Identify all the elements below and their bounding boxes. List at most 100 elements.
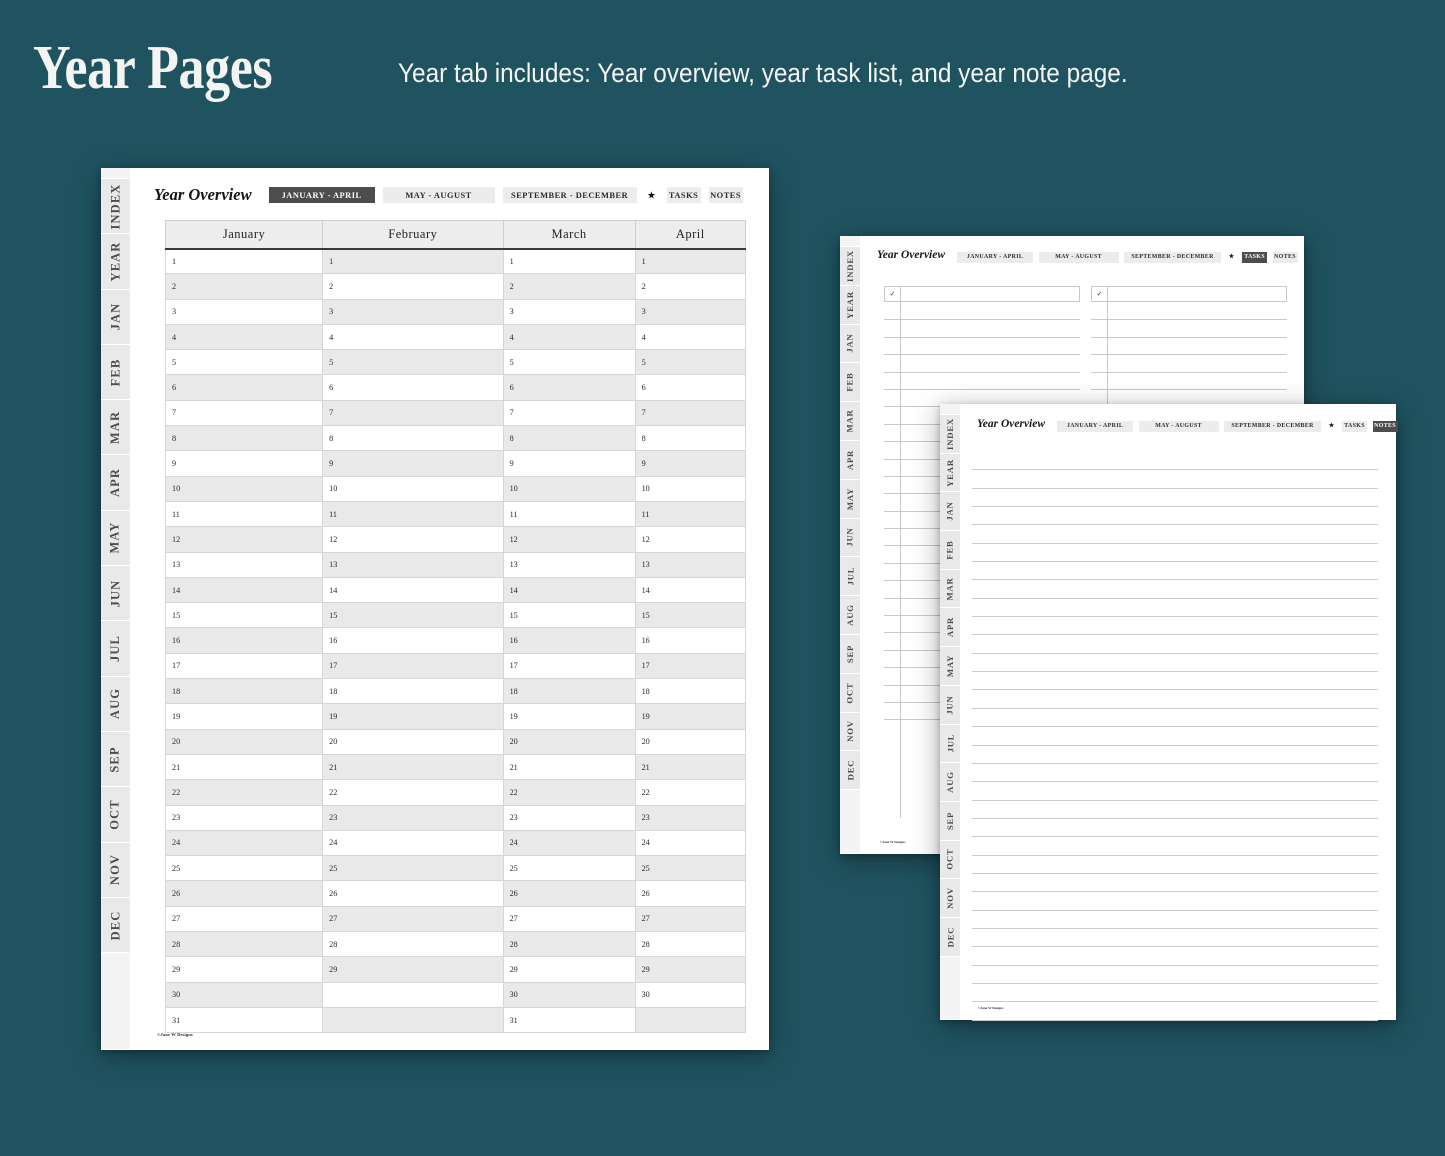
day-cell[interactable]: 3 <box>635 299 745 324</box>
day-cell[interactable]: 19 <box>635 704 745 729</box>
task-line[interactable] <box>884 373 1080 390</box>
day-cell[interactable]: 8 <box>503 426 635 451</box>
note-line[interactable] <box>972 966 1378 984</box>
tab-september-december[interactable]: SEPTEMBER - DECEMBER <box>1124 252 1221 263</box>
day-cell[interactable]: 15 <box>166 603 323 628</box>
note-line[interactable] <box>972 782 1378 800</box>
sidebar-item-jan[interactable]: JAN <box>101 290 130 345</box>
day-cell[interactable]: 17 <box>323 653 503 678</box>
note-line[interactable] <box>972 746 1378 764</box>
day-cell[interactable]: 24 <box>635 830 745 855</box>
note-line[interactable] <box>972 727 1378 745</box>
task-line[interactable] <box>1091 320 1287 337</box>
day-cell[interactable]: 2 <box>635 274 745 299</box>
sidebar-item-mar[interactable]: MAR <box>940 570 960 609</box>
day-cell[interactable]: 2 <box>166 274 323 299</box>
day-cell[interactable]: 7 <box>323 400 503 425</box>
day-cell[interactable]: 12 <box>503 527 635 552</box>
note-line[interactable] <box>972 470 1378 488</box>
sidebar-item-year[interactable]: YEAR <box>940 454 960 493</box>
tab-tasks[interactable]: TASKS <box>667 187 701 203</box>
day-cell[interactable]: 27 <box>503 906 635 931</box>
day-cell[interactable]: 16 <box>503 628 635 653</box>
day-cell[interactable]: 20 <box>166 729 323 754</box>
day-cell[interactable]: 21 <box>166 754 323 779</box>
sidebar-item-mar[interactable]: MAR <box>840 402 860 441</box>
task-line[interactable] <box>1091 338 1287 355</box>
tab-september-december[interactable]: SEPTEMBER - DECEMBER <box>1224 421 1321 432</box>
day-cell[interactable]: 10 <box>166 476 323 501</box>
day-cell[interactable]: 22 <box>166 780 323 805</box>
sidebar-item-nov[interactable]: NOV <box>840 713 860 752</box>
day-cell[interactable]: 22 <box>503 780 635 805</box>
day-cell[interactable]: 26 <box>635 881 745 906</box>
sidebar-item-dec[interactable]: DEC <box>101 898 130 953</box>
tab-tasks[interactable]: TASKS <box>1342 421 1367 432</box>
day-cell[interactable]: 7 <box>635 400 745 425</box>
note-line[interactable] <box>972 1002 1378 1020</box>
day-cell[interactable]: 28 <box>503 932 635 957</box>
sidebar-item-index[interactable]: INDEX <box>840 247 860 286</box>
day-cell[interactable]: 11 <box>635 501 745 526</box>
day-cell[interactable]: 3 <box>503 299 635 324</box>
sidebar-item-oct[interactable]: OCT <box>101 787 130 842</box>
task-line[interactable] <box>1091 373 1287 390</box>
note-line[interactable] <box>972 984 1378 1002</box>
day-cell[interactable]: 9 <box>323 451 503 476</box>
sidebar-item-dec[interactable]: DEC <box>840 751 860 790</box>
day-cell[interactable]: 9 <box>635 451 745 476</box>
day-cell[interactable]: 16 <box>166 628 323 653</box>
day-cell[interactable]: 24 <box>323 830 503 855</box>
day-cell[interactable]: 20 <box>503 729 635 754</box>
day-cell[interactable]: 31 <box>166 1007 323 1032</box>
day-cell[interactable]: 4 <box>503 324 635 349</box>
sidebar-item-year[interactable]: YEAR <box>840 286 860 325</box>
day-cell[interactable]: 28 <box>166 932 323 957</box>
note-line[interactable] <box>972 489 1378 507</box>
day-cell[interactable]: 1 <box>166 249 323 274</box>
sidebar-item-apr[interactable]: APR <box>940 608 960 647</box>
day-cell[interactable]: 25 <box>323 856 503 881</box>
note-line[interactable] <box>972 562 1378 580</box>
day-cell[interactable]: 29 <box>323 957 503 982</box>
day-cell[interactable]: 30 <box>635 982 745 1007</box>
sidebar-item-may[interactable]: MAY <box>101 511 130 566</box>
tab-january-april[interactable]: JANUARY - APRIL <box>1057 421 1133 432</box>
checkmark-icon[interactable]: ✓ <box>1092 287 1108 301</box>
tab-notes[interactable]: NOTES <box>1373 421 1398 432</box>
note-line[interactable] <box>972 801 1378 819</box>
day-cell[interactable]: 27 <box>635 906 745 931</box>
day-cell[interactable]: 13 <box>635 552 745 577</box>
note-line[interactable] <box>972 635 1378 653</box>
tab-tasks[interactable]: TASKS <box>1242 252 1267 263</box>
day-cell[interactable] <box>323 982 503 1007</box>
day-cell[interactable]: 17 <box>166 653 323 678</box>
task-line[interactable] <box>884 355 1080 372</box>
sidebar-item-oct[interactable]: OCT <box>940 841 960 880</box>
sidebar-item-index[interactable]: INDEX <box>940 415 960 454</box>
day-cell[interactable]: 10 <box>635 476 745 501</box>
note-line[interactable] <box>972 947 1378 965</box>
sidebar-item-year[interactable]: YEAR <box>101 234 130 289</box>
note-line[interactable] <box>972 617 1378 635</box>
day-cell[interactable]: 27 <box>166 906 323 931</box>
day-cell[interactable]: 6 <box>166 375 323 400</box>
sidebar-item-may[interactable]: MAY <box>840 480 860 519</box>
day-cell[interactable]: 6 <box>635 375 745 400</box>
sidebar-item-aug[interactable]: AUG <box>840 596 860 635</box>
day-cell[interactable]: 28 <box>323 932 503 957</box>
tab-january-april[interactable]: JANUARY - APRIL <box>957 252 1033 263</box>
note-line[interactable] <box>972 599 1378 617</box>
task-line[interactable] <box>884 320 1080 337</box>
day-cell[interactable]: 18 <box>635 679 745 704</box>
day-cell[interactable]: 19 <box>503 704 635 729</box>
sidebar-item-jul[interactable]: JUL <box>101 621 130 676</box>
sidebar-item-jun[interactable]: JUN <box>840 519 860 558</box>
day-cell[interactable]: 30 <box>166 982 323 1007</box>
note-line[interactable] <box>972 709 1378 727</box>
day-cell[interactable]: 5 <box>503 350 635 375</box>
day-cell[interactable]: 1 <box>323 249 503 274</box>
note-line[interactable] <box>972 580 1378 598</box>
day-cell[interactable]: 22 <box>323 780 503 805</box>
day-cell[interactable]: 13 <box>166 552 323 577</box>
